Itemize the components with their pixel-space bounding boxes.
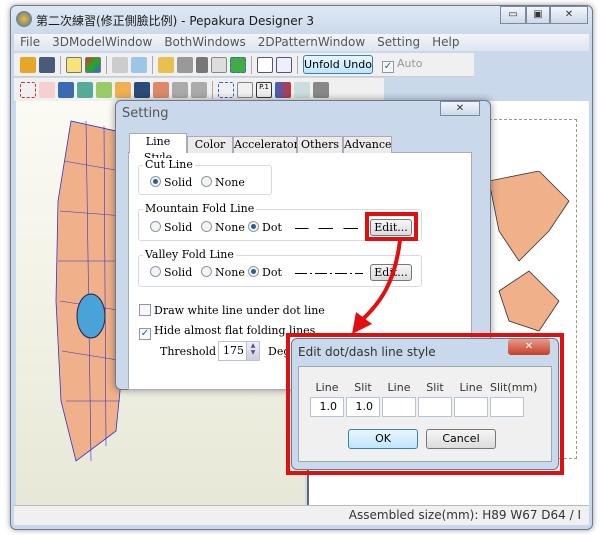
- cut-solid-radio[interactable]: Solid: [150, 176, 192, 189]
- valley-solid-radio[interactable]: Solid: [150, 266, 192, 279]
- column-header: Line: [387, 381, 411, 394]
- app-icon: [16, 11, 32, 27]
- arrange-icon[interactable]: [237, 81, 253, 98]
- valley-none-radio[interactable]: None: [201, 266, 245, 279]
- preview-icon[interactable]: [294, 81, 310, 98]
- line3-input[interactable]: [454, 397, 488, 417]
- auto-checkbox[interactable]: ✓: [382, 60, 394, 73]
- mountain-none-radio[interactable]: None: [201, 221, 245, 234]
- unfold-undo-button[interactable]: Unfold Undo: [303, 55, 373, 74]
- auto-label: Auto: [397, 56, 423, 70]
- mountain-line-preview: [295, 228, 363, 229]
- setting-title: Setting: [122, 106, 169, 121]
- menu-file[interactable]: File: [14, 34, 46, 51]
- slit3-input[interactable]: [490, 397, 524, 417]
- open-icon[interactable]: [20, 56, 36, 73]
- window-title: 第二次練習(修正側臉比例) - Pepakura Designer 3: [36, 14, 314, 28]
- paint-icon[interactable]: [77, 81, 93, 98]
- picture-icon[interactable]: [134, 81, 150, 98]
- image-icon[interactable]: [58, 81, 74, 98]
- pencil-icon[interactable]: [158, 56, 174, 73]
- threshold-spinner[interactable]: ▲ ▼: [246, 342, 259, 360]
- cut-line-label: Cut Line: [143, 158, 195, 171]
- valley-fold-label: Valley Fold Line: [143, 248, 236, 261]
- threshold-label: Threshold: [160, 345, 217, 358]
- ok-button[interactable]: OK: [348, 429, 418, 449]
- tab-others[interactable]: Others: [297, 136, 343, 153]
- mountain-solid-radio[interactable]: Solid: [150, 221, 192, 234]
- single-view-icon[interactable]: [276, 56, 292, 73]
- line1-input[interactable]: 1.0: [310, 397, 344, 417]
- export-icon[interactable]: [275, 81, 291, 98]
- panel-icon[interactable]: [211, 56, 227, 73]
- redo-icon[interactable]: [191, 81, 207, 98]
- fit-icon[interactable]: [218, 81, 234, 98]
- text-icon[interactable]: [115, 81, 131, 98]
- tab-line-style[interactable]: Line Style: [129, 133, 187, 164]
- mountain-fold-label: Mountain Fold Line: [143, 202, 257, 215]
- edit-dialog-close-button[interactable]: ✕: [508, 339, 550, 355]
- cylinder-icon[interactable]: [177, 56, 193, 73]
- dash-inputs: 1.0 1.0: [310, 397, 524, 417]
- select-model-icon[interactable]: [230, 56, 246, 73]
- texture-icon[interactable]: [85, 56, 101, 73]
- valley-dot-radio[interactable]: Dot: [248, 266, 282, 279]
- cube-icon[interactable]: [112, 56, 128, 73]
- dash-column-headers: Line Slit Line Slit Line Slit(mm): [310, 381, 538, 394]
- maximize-button[interactable]: ▣: [526, 6, 550, 24]
- select-icon[interactable]: [20, 81, 36, 98]
- column-header: Line: [459, 381, 483, 394]
- column-header: Slit: [426, 381, 444, 394]
- tab-advance[interactable]: Advance: [343, 136, 392, 153]
- line2-input[interactable]: [382, 397, 416, 417]
- light-icon[interactable]: [66, 56, 82, 73]
- menu-setting[interactable]: Setting: [371, 34, 426, 51]
- column-header: Line: [315, 381, 339, 394]
- anchor-icon[interactable]: [196, 56, 208, 73]
- cut-none-radio[interactable]: None: [201, 176, 245, 189]
- slit2-input[interactable]: [418, 397, 452, 417]
- flap-icon[interactable]: [96, 81, 112, 98]
- menu-bar: File 3DModelWindow BothWindows 2DPattern…: [14, 34, 589, 51]
- edit-dialog-title: Edit dot/dash line style: [298, 345, 436, 359]
- cube-blue-icon[interactable]: [131, 56, 147, 73]
- menu-help[interactable]: Help: [426, 34, 465, 51]
- draw-white-line-checkbox[interactable]: Draw white line under dot line: [139, 304, 325, 317]
- page-icon[interactable]: P.1: [256, 81, 272, 98]
- column-header: Slit(mm): [490, 381, 538, 394]
- toolbar-2d: P.1: [14, 78, 384, 102]
- part-icon[interactable]: [153, 81, 169, 98]
- column-header: Slit: [354, 381, 372, 394]
- print-icon[interactable]: [313, 81, 329, 98]
- slit1-input[interactable]: 1.0: [346, 397, 380, 417]
- undo-icon[interactable]: [172, 81, 188, 98]
- tab-accelerator[interactable]: Accelerator: [233, 136, 299, 153]
- tab-color[interactable]: Color: [187, 136, 233, 153]
- minimize-button[interactable]: ▭: [500, 6, 526, 24]
- menu-bothwindows[interactable]: BothWindows: [158, 34, 251, 51]
- menu-3dmodelwindow[interactable]: 3DModelWindow: [46, 34, 158, 51]
- setting-close-button[interactable]: ✕: [440, 101, 480, 116]
- toolbar-main: Unfold Undo ✓ Auto: [14, 53, 474, 77]
- status-bar: Assembled size(mm): H89 W67 D64 / I: [14, 505, 589, 525]
- mountain-dot-radio[interactable]: Dot: [248, 221, 282, 234]
- save-icon[interactable]: [39, 56, 55, 73]
- cancel-button[interactable]: Cancel: [426, 429, 496, 449]
- highlight-box: [365, 212, 418, 241]
- arrow-annotation: [352, 239, 402, 334]
- menu-2dpatternwindow[interactable]: 2DPatternWindow: [252, 34, 371, 51]
- edge-icon[interactable]: [39, 81, 55, 98]
- split-view-icon[interactable]: [257, 56, 273, 73]
- close-button[interactable]: ✕: [550, 6, 588, 24]
